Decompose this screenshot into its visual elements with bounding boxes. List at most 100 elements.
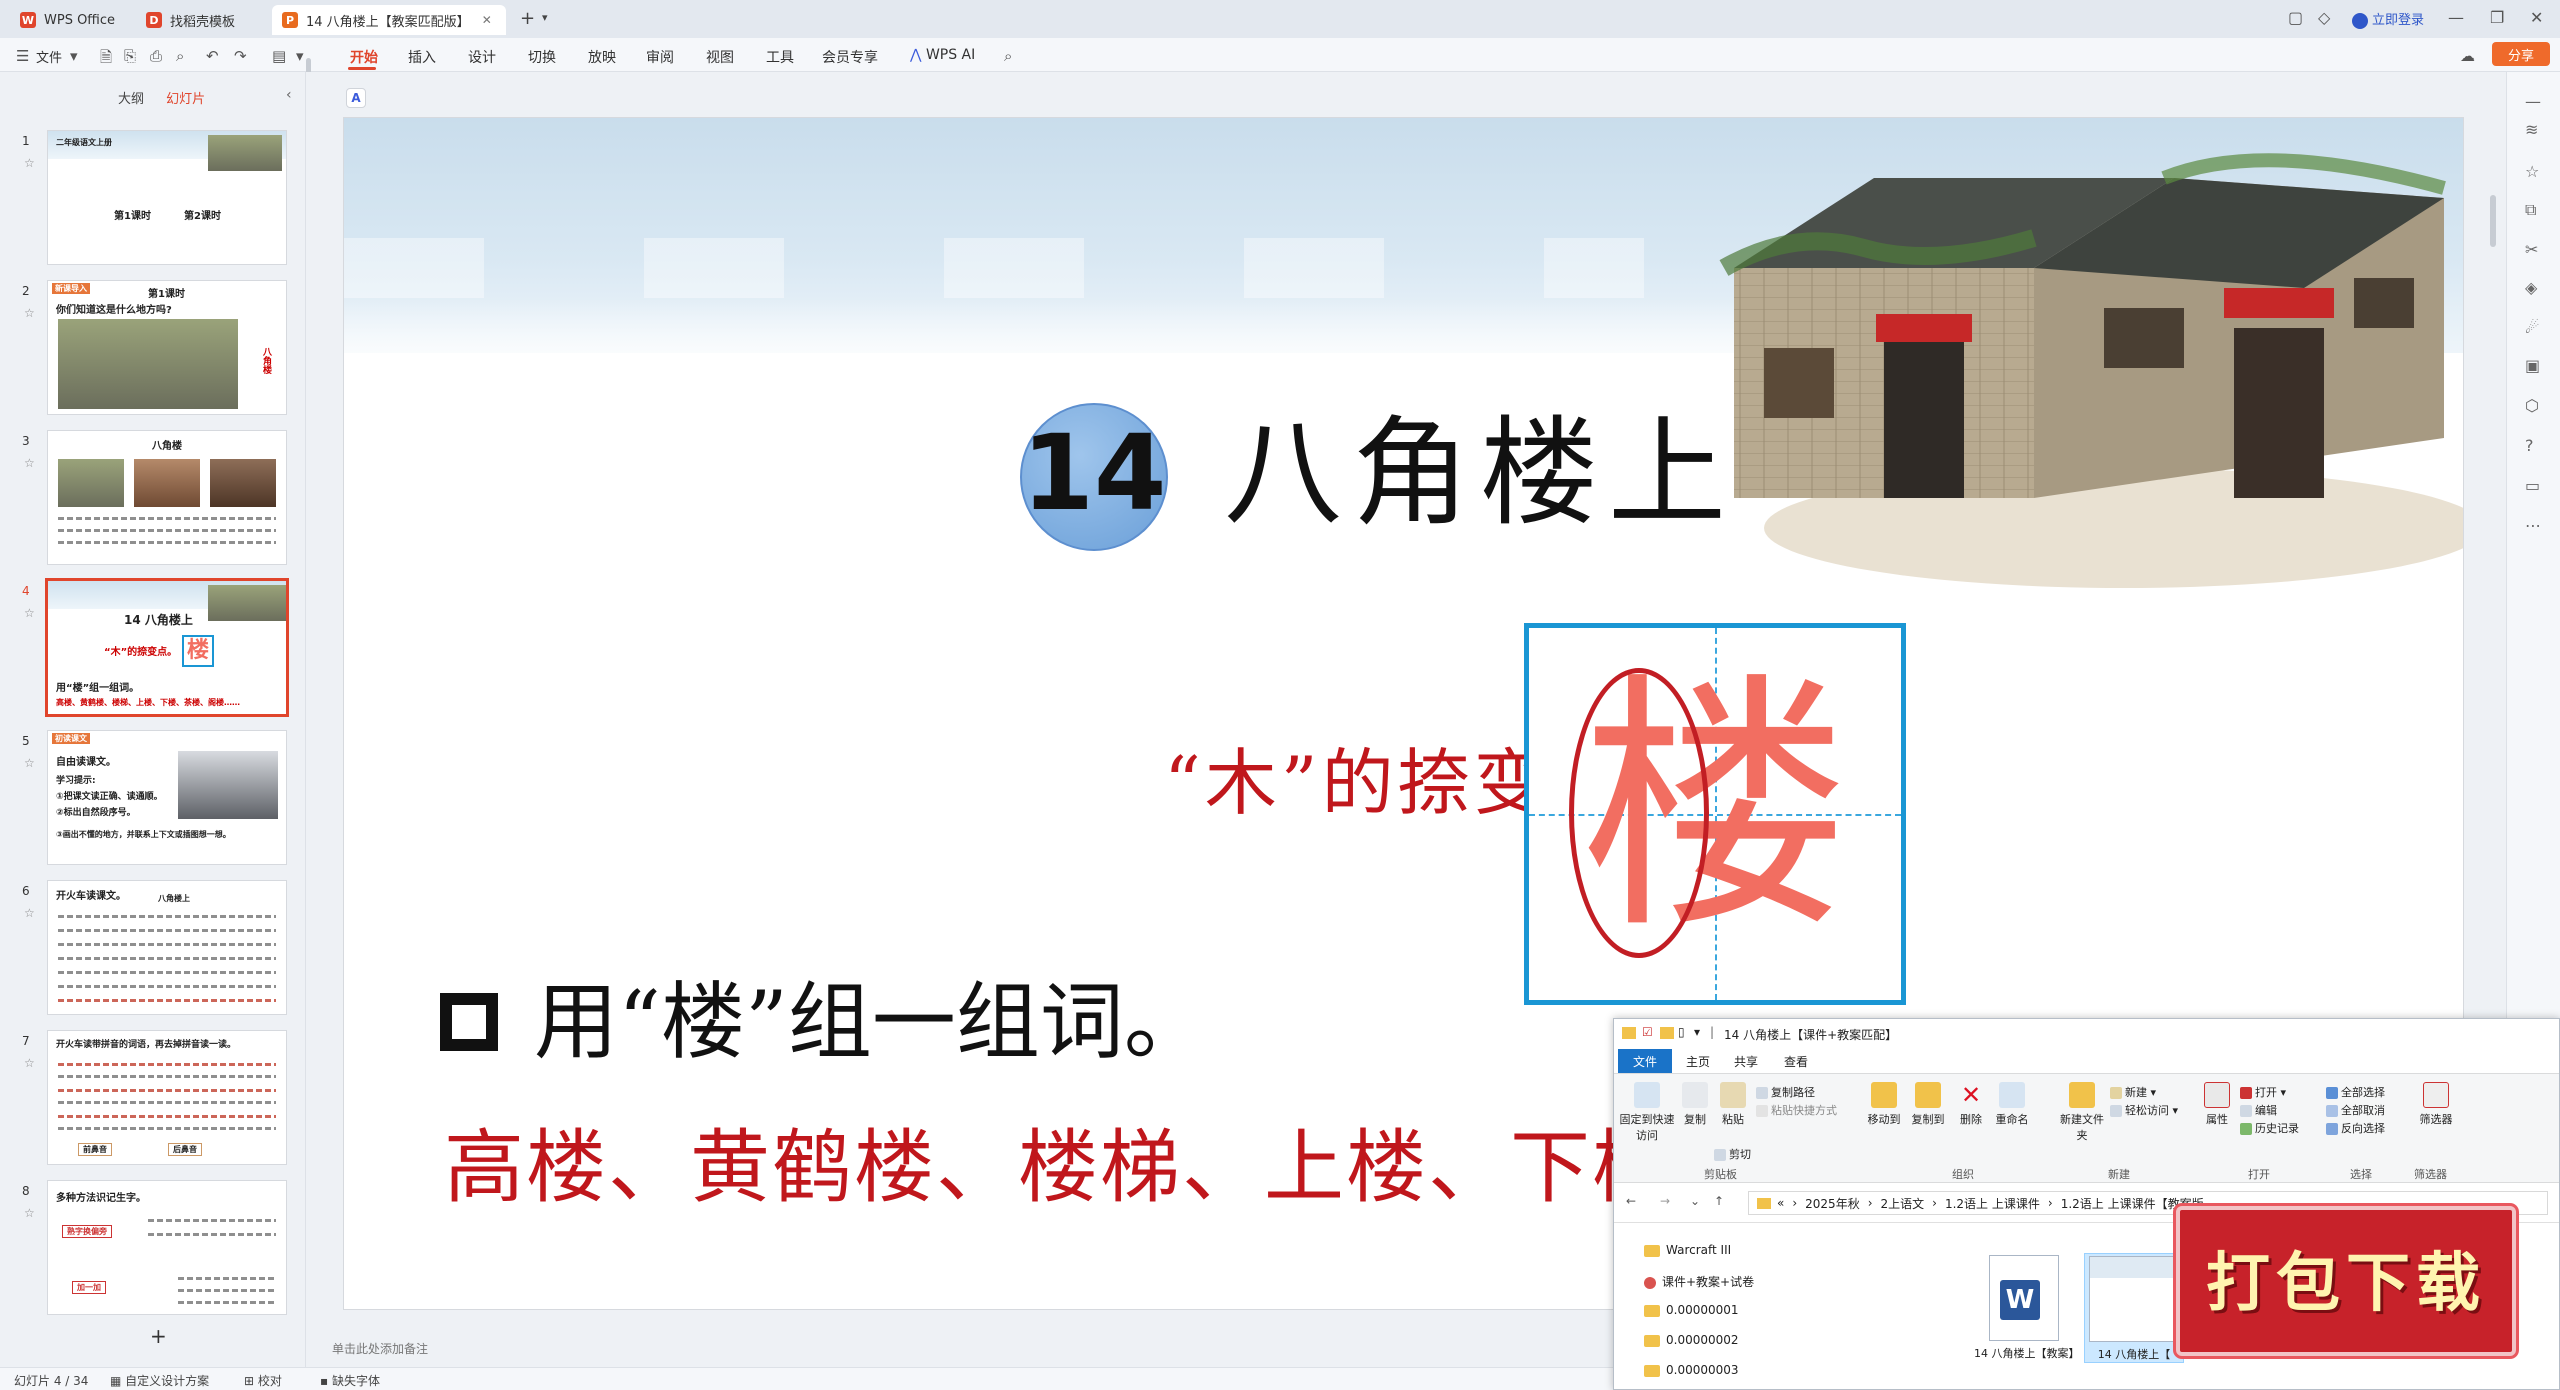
image-icon[interactable]: ▣ [2525, 356, 2540, 375]
print-preview-icon[interactable]: ⌕ [176, 47, 184, 65]
proofread-button[interactable]: ⊞ 校对 [244, 1372, 282, 1389]
star-icon[interactable]: ☆ [24, 606, 35, 620]
star-icon[interactable]: ☆ [2525, 162, 2539, 181]
explorer-tab-view[interactable]: 查看 [1784, 1053, 1808, 1070]
explorer-tab-home[interactable]: 主页 [1686, 1053, 1710, 1070]
layers-icon[interactable]: ⬡ [2525, 396, 2539, 415]
slide-thumbnail-2[interactable]: 新课导入 第1课时 你们知道这是什么地方吗? 八角楼 [47, 280, 287, 415]
menu-tools[interactable]: 工具 [766, 47, 794, 67]
chevron-down-icon[interactable]: ▾ [70, 47, 78, 65]
file-item-word[interactable]: W 14 八角楼上【教案】 [1974, 1253, 2080, 1361]
tools-icon[interactable]: ✂ [2525, 240, 2538, 259]
close-window-icon[interactable]: ✕ [2530, 8, 2543, 27]
nav-item[interactable]: 课件+教案+试卷📌 [1644, 1273, 1928, 1290]
cloud-icon[interactable]: ☁ [2460, 47, 2475, 65]
slide-thumbnail-6[interactable]: 开火车读课文。 八角楼上 [47, 880, 287, 1015]
back-icon[interactable]: ← [1626, 1194, 1636, 1208]
close-tab-icon[interactable]: ✕ [482, 13, 492, 27]
file-menu[interactable]: 文件 [36, 47, 62, 66]
hamburger-icon[interactable]: ☰ [16, 47, 29, 65]
properties-button[interactable]: 属性 [2200, 1082, 2234, 1127]
new-tab-icon[interactable]: + [520, 8, 535, 29]
help-icon[interactable]: ? [2525, 436, 2534, 455]
invert-selection-button[interactable]: 反向选择 [2326, 1120, 2385, 1136]
skin-icon[interactable]: ◇ [2318, 8, 2330, 27]
paste-shortcut-button[interactable]: 粘贴快捷方式 [1756, 1102, 1837, 1118]
collapse-panel-icon[interactable]: ‹ [286, 87, 292, 103]
path-segment[interactable]: « [1777, 1196, 1784, 1210]
nav-item[interactable]: Warcraft III📌 [1644, 1243, 1928, 1257]
star-icon[interactable]: ☆ [24, 156, 35, 170]
minimize-icon[interactable]: — [2448, 8, 2464, 27]
star-icon[interactable]: ☆ [24, 1056, 35, 1070]
copy-button[interactable]: 复制 [1678, 1082, 1712, 1127]
pin-quick-access-button[interactable]: 固定到快速访问 [1618, 1082, 1676, 1143]
menu-slideshow[interactable]: 放映 [588, 47, 616, 67]
explorer-tab-share[interactable]: 共享 [1734, 1053, 1758, 1070]
menu-wps-ai[interactable]: ⋀ WPS AI [910, 47, 975, 63]
share-button[interactable]: 分享 [2492, 42, 2550, 66]
menu-member[interactable]: 会员专享 [822, 47, 878, 67]
notes-placeholder[interactable]: 单击此处添加备注 [332, 1340, 428, 1357]
rename-button[interactable]: 重命名 [1992, 1082, 2032, 1127]
canvas-scrollbar[interactable] [2490, 195, 2496, 247]
clipboard-icon[interactable]: ▯ [1678, 1025, 1685, 1039]
file-item-ppt[interactable]: 14 八角楼上【 [2084, 1253, 2184, 1363]
cut-button[interactable]: 剪切 [1714, 1146, 1751, 1162]
delete-button[interactable]: ✕ 删除 [1954, 1082, 1988, 1127]
animation-icon[interactable]: ☄ [2525, 318, 2539, 337]
filter-button[interactable]: 筛选器 [2414, 1082, 2458, 1127]
slide-thumbnail-3[interactable]: 八角楼 [47, 430, 287, 565]
restore-icon[interactable]: ❐ [2490, 8, 2504, 27]
history-button[interactable]: 历史记录 [2240, 1120, 2299, 1136]
slide-thumbnail-1[interactable]: 二年级语文上册 第1课时 第2课时 [47, 130, 287, 265]
explorer-tab-file[interactable]: 文件 [1618, 1049, 1672, 1073]
minus-icon[interactable]: — [2525, 92, 2541, 111]
path-segment[interactable]: 2上语文 [1881, 1195, 1925, 1212]
shape-icon[interactable]: ◈ [2525, 278, 2537, 297]
settings-sliders-icon[interactable]: ≋ [2525, 120, 2538, 139]
select-none-button[interactable]: 全部取消 [2326, 1102, 2385, 1118]
edit-button[interactable]: 编辑 [2240, 1102, 2277, 1118]
login-button[interactable]: 立即登录 [2352, 9, 2424, 29]
menu-review[interactable]: 审阅 [646, 47, 674, 67]
tab-docer-templates[interactable]: D 找稻壳模板 [136, 5, 266, 35]
tab-document[interactable]: P 14 八角楼上【教案匹配版】 ✕ [272, 5, 506, 35]
chevron-down-icon[interactable]: ⌄ [1690, 1194, 1700, 1208]
chevron-down-icon[interactable]: ▾ [1694, 1025, 1700, 1039]
star-icon[interactable]: ☆ [24, 756, 35, 770]
tab-wps-office[interactable]: W WPS Office [10, 5, 130, 35]
copy-to-button[interactable]: 复制到 [1908, 1082, 1948, 1127]
slide-thumbnail-8[interactable]: 多种方法识记生字。 熟字换偏旁 加一加 [47, 1180, 287, 1315]
path-segment[interactable]: 2025年秋 [1805, 1195, 1860, 1212]
comment-icon[interactable]: ▭ [2525, 476, 2540, 495]
slide-thumbnail-5[interactable]: 初读课文 自由读课文。 学习提示: ①把课文读正确、读通顺。 ②标出自然段序号。… [47, 730, 287, 865]
missing-font-button[interactable]: ▪ 缺失字体 [320, 1372, 380, 1389]
path-segment[interactable]: 1.2语上 上课课件 [1945, 1195, 2040, 1212]
chevron-down-icon[interactable]: ▾ [542, 11, 548, 24]
open-button[interactable]: 打开 ▾ [2240, 1084, 2286, 1100]
slide-thumbnail-4[interactable]: 14 八角楼上 “木”的捺变点。 楼 用“楼”组一组词。 高楼、黄鹤楼、楼梯、上… [45, 578, 289, 717]
ai-assistant-icon[interactable]: A [346, 88, 366, 108]
nav-item[interactable]: 0.00000003📌 [1644, 1363, 1928, 1377]
undo-icon[interactable]: ↶ [206, 47, 219, 65]
menu-insert[interactable]: 插入 [408, 47, 436, 67]
easy-access-button[interactable]: 轻松访问 ▾ [2110, 1102, 2178, 1118]
chevron-down-icon[interactable]: ▾ [296, 47, 304, 65]
new-folder-button[interactable]: 新建文件夹 [2060, 1082, 2104, 1143]
menu-home[interactable]: 开始 [350, 47, 378, 67]
window-icon[interactable]: ▢ [2288, 8, 2303, 27]
forward-icon[interactable]: → [1660, 1194, 1670, 1208]
search-icon[interactable]: ⌕ [1004, 47, 1012, 65]
up-icon[interactable]: ↑ [1714, 1194, 1724, 1208]
design-scheme-button[interactable]: ▦ 自定义设计方案 [110, 1372, 209, 1389]
select-all-button[interactable]: 全部选择 [2326, 1084, 2385, 1100]
menu-design[interactable]: 设计 [468, 47, 496, 67]
slide-thumbnail-7[interactable]: 开火车读带拼音的词语，再去掉拼音读一读。 前鼻音 后鼻音 [47, 1030, 287, 1165]
check-icon[interactable]: ☑ [1642, 1025, 1653, 1039]
new-item-button[interactable]: 新建 ▾ [2110, 1084, 2156, 1100]
nav-item[interactable]: 0.00000002📌 [1644, 1333, 1928, 1347]
move-to-button[interactable]: 移动到 [1864, 1082, 1904, 1127]
tab-outline[interactable]: 大纲 [118, 92, 144, 107]
download-banner[interactable]: 打包下载 [2176, 1206, 2516, 1356]
